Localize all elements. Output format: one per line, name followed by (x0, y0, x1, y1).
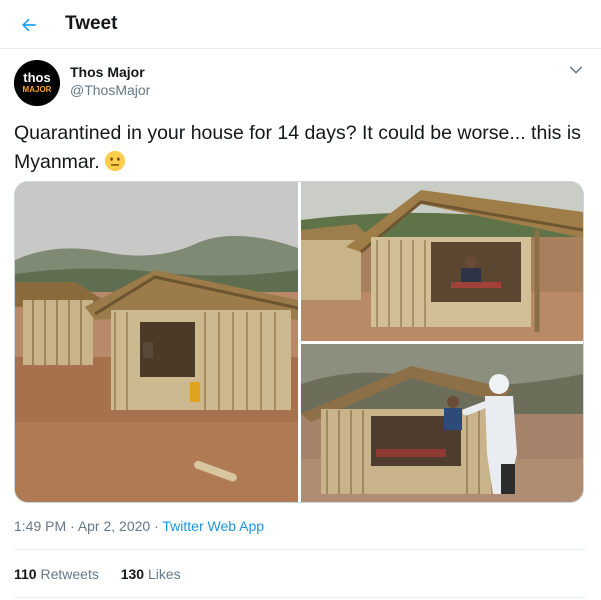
tweet-date[interactable]: Apr 2, 2020 (78, 518, 150, 534)
author-handle[interactable]: @ThosMajor (70, 82, 150, 98)
likes-stat[interactable]: 130 Likes (121, 566, 181, 582)
retweets-label: Retweets (40, 566, 99, 582)
back-button[interactable] (14, 10, 44, 40)
neutral-face-emoji-icon (104, 150, 125, 172)
hazmat-worker-photo[interactable] (301, 344, 583, 502)
tweet-stats: 110 Retweets 130 Likes (14, 566, 199, 582)
retweets-stat[interactable]: 110 Retweets (14, 566, 99, 582)
avatar[interactable]: thos MAJOR (14, 60, 60, 106)
tweet-media-grid (14, 181, 584, 503)
tweet-timestamp: 1:49 PM · Apr 2, 2020 · Twitter Web App (14, 518, 264, 534)
divider (14, 597, 586, 598)
chevron-down-icon[interactable] (567, 61, 585, 79)
bamboo-huts-photo[interactable] (15, 182, 298, 502)
arrow-left-icon (22, 18, 36, 32)
meta-separator: · (150, 518, 163, 534)
divider (14, 549, 586, 550)
retweets-count: 110 (14, 566, 37, 582)
likes-count: 130 (120, 566, 145, 582)
likes-label: Likes (147, 566, 181, 582)
tweet-body: Quarantined in your house for 14 days? I… (14, 122, 581, 173)
page-header: Tweet (0, 0, 601, 49)
tweet-time[interactable]: 1:49 PM (14, 518, 66, 534)
source-app-link[interactable]: Twitter Web App (162, 518, 264, 534)
avatar-logo-text: thos (23, 70, 50, 85)
page-title: Tweet (65, 13, 118, 34)
man-in-hut-photo[interactable] (301, 182, 583, 341)
tweet-text: Quarantined in your house for 14 days? I… (14, 119, 584, 177)
meta-separator: · (66, 518, 78, 534)
avatar-logo-subtext: MAJOR (23, 85, 52, 94)
author-name[interactable]: Thos Major (70, 64, 145, 80)
